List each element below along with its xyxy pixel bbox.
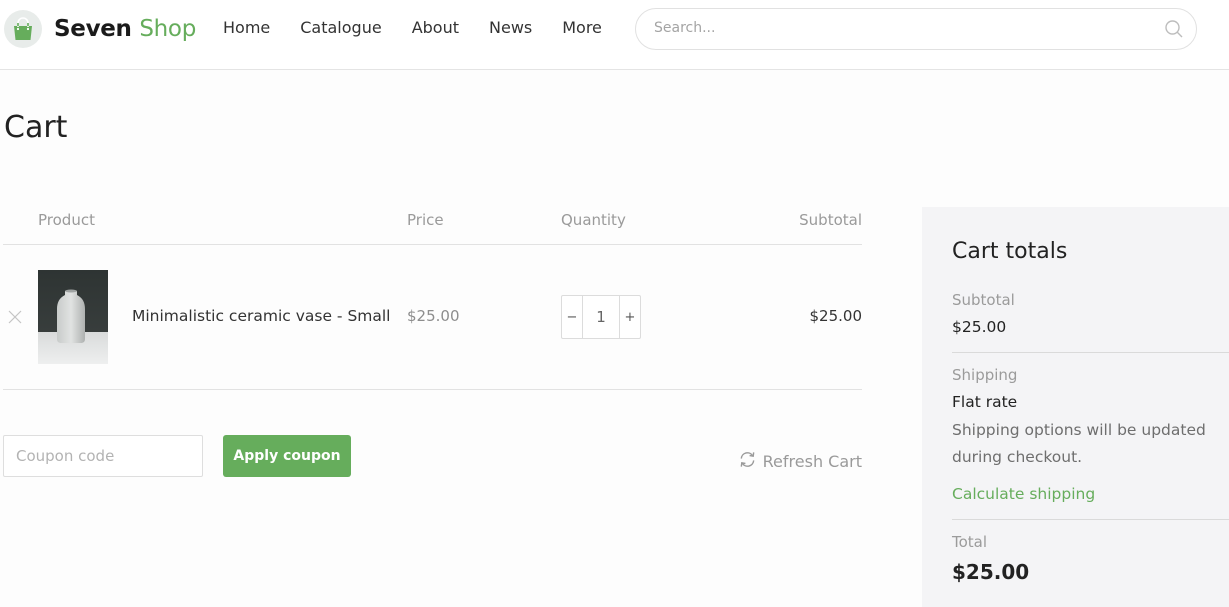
search-input[interactable] [654, 20, 1134, 36]
subtotal-value: $25.00 [952, 318, 1007, 336]
shipping-note: Shipping options will be updated during … [952, 421, 1206, 466]
main-nav: Home Catalogue About News More [223, 18, 632, 37]
shipping-label: Shipping [952, 366, 1018, 384]
close-icon[interactable] [8, 309, 22, 324]
nav-news[interactable]: News [489, 18, 532, 37]
nav-catalogue[interactable]: Catalogue [300, 18, 381, 37]
column-header-product: Product [38, 211, 95, 229]
total-label: Total [952, 533, 988, 551]
row-subtotal: $25.00 [809, 307, 863, 325]
page-title: Cart [4, 110, 68, 145]
brand-first: Seven [54, 16, 132, 42]
search-box [635, 8, 1197, 50]
refresh-icon [738, 450, 757, 473]
increment-button[interactable]: + [620, 296, 640, 338]
table-divider [3, 389, 862, 390]
site-header: Seven Shop Home Catalogue About News Mor… [0, 0, 1229, 70]
nav-home[interactable]: Home [223, 18, 270, 37]
brand-second: Shop [139, 16, 197, 42]
nav-about[interactable]: About [412, 18, 459, 37]
shipping-method: Flat rate [952, 393, 1018, 411]
quantity-stepper: − 1 + [561, 295, 641, 339]
column-header-subtotal: Subtotal [799, 211, 862, 229]
coupon-code-input[interactable] [3, 435, 203, 477]
apply-coupon-button[interactable]: Apply coupon [223, 435, 351, 477]
shopping-bag-icon [4, 10, 42, 48]
refresh-cart-button[interactable]: Refresh Cart [738, 450, 862, 473]
subtotal-label: Subtotal [952, 291, 1015, 309]
brand-name: Seven Shop [54, 16, 196, 42]
nav-more[interactable]: More [562, 18, 602, 37]
totals-divider [952, 352, 1229, 353]
product-name-link[interactable]: Minimalistic ceramic vase - Small [132, 307, 391, 325]
refresh-cart-label: Refresh Cart [762, 452, 862, 471]
quantity-input[interactable]: 1 [582, 296, 620, 338]
calculate-shipping-link[interactable]: Calculate shipping [952, 485, 1095, 503]
cart-totals-panel: Cart totals Subtotal $25.00 Shipping Fla… [922, 207, 1229, 607]
logo[interactable]: Seven Shop [4, 10, 196, 48]
total-value: $25.00 [952, 560, 1030, 584]
column-header-quantity: Quantity [561, 211, 626, 229]
totals-divider [952, 519, 1229, 520]
column-header-price: Price [407, 211, 444, 229]
decrement-button[interactable]: − [562, 296, 582, 338]
product-thumbnail[interactable] [38, 270, 108, 364]
product-price: $25.00 [407, 307, 460, 325]
cart-totals-title: Cart totals [952, 239, 1068, 264]
table-divider [3, 244, 862, 245]
search-icon[interactable] [1164, 19, 1184, 39]
